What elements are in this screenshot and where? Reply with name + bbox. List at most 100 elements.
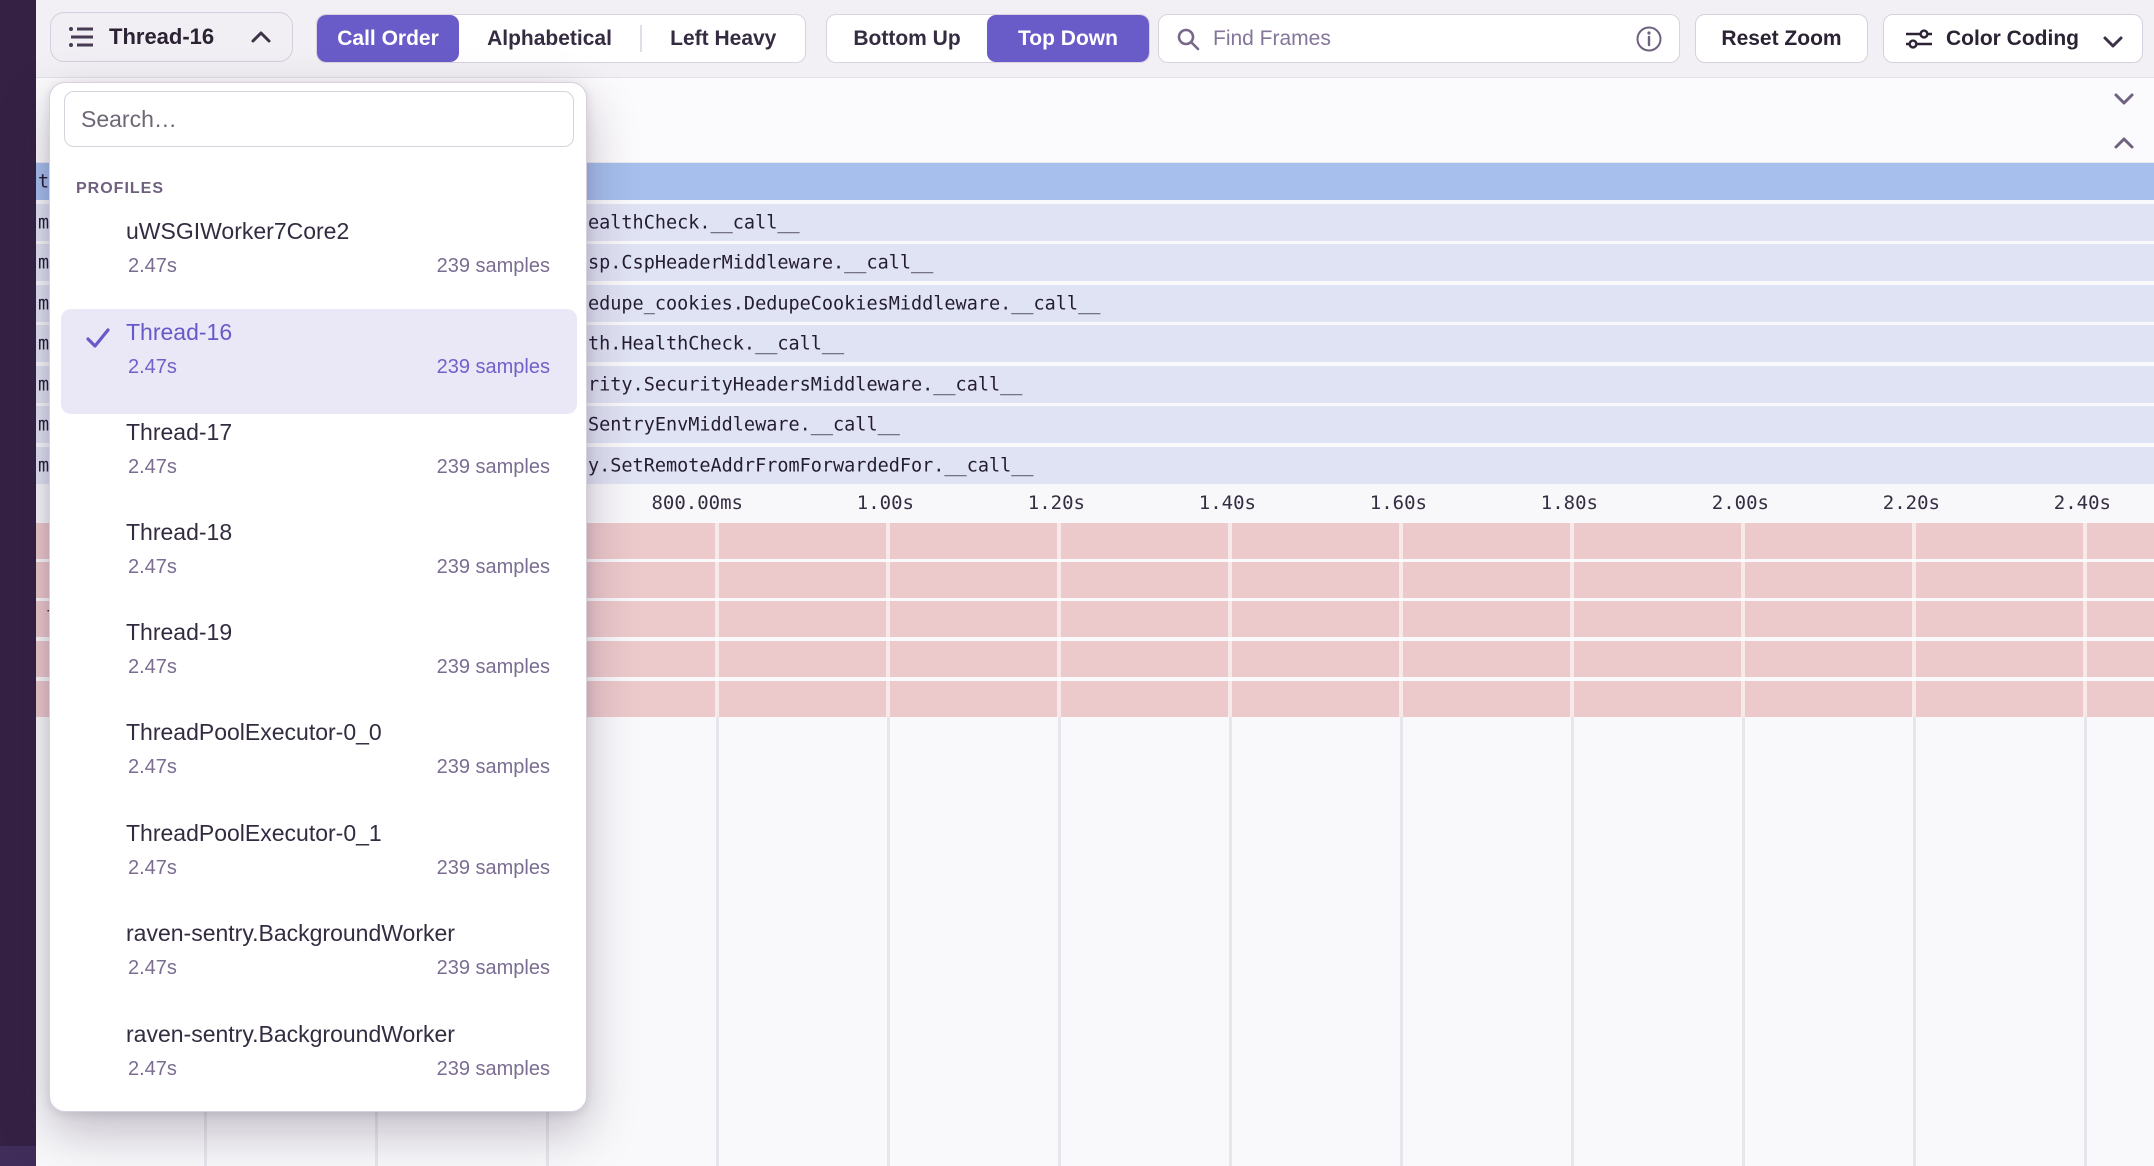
gridline — [1229, 717, 1232, 1166]
gridline — [2083, 523, 2087, 717]
find-frames-input[interactable] — [1211, 26, 1635, 52]
profile-name: Thread-17 — [126, 419, 232, 446]
sort-alphabetical-button[interactable]: Alphabetical — [459, 15, 640, 62]
frame-text-fragment: m — [38, 455, 49, 476]
axis-tick-label: 800.00ms — [583, 492, 743, 514]
axis-tick-label: 1.60s — [1267, 492, 1427, 514]
info-icon[interactable] — [1635, 25, 1663, 53]
chevron-down-icon — [2100, 29, 2126, 53]
profile-samples: 239 samples — [437, 556, 550, 579]
axis-tick-label: 1.00s — [754, 492, 914, 514]
frame-text: ealthCheck.__call__ — [588, 212, 800, 233]
profile-name: uWSGIWorker7Core2 — [126, 218, 349, 245]
left-rail-footer-block — [0, 1146, 36, 1166]
profile-option[interactable]: uWSGIWorker7Core2 2.47s 239 samples — [61, 208, 577, 313]
gridline — [887, 717, 890, 1166]
gridline — [715, 523, 719, 717]
thread-selector-label: Thread-16 — [109, 24, 214, 50]
frame-text: th.HealthCheck.__call__ — [588, 333, 844, 354]
profile-option[interactable]: Thread-17 2.47s 239 samples — [61, 409, 577, 514]
axis-tick-label: 2.00s — [1609, 492, 1769, 514]
profile-name: Thread-16 — [126, 319, 232, 346]
axis-tick-label: 2.20s — [1780, 492, 1940, 514]
gridline — [2084, 717, 2087, 1166]
axis-tick-label: 1.80s — [1438, 492, 1598, 514]
gridline — [716, 717, 719, 1166]
frame-text: y.SetRemoteAddrFromForwardedFor.__call__ — [588, 455, 1034, 476]
gridline — [1913, 717, 1916, 1166]
frame-text-fragment: m — [38, 293, 49, 314]
sort-mode-segmented-control: Call Order Alphabetical Left Heavy — [316, 14, 806, 63]
top-down-button[interactable]: Top Down — [987, 15, 1149, 62]
profile-duration: 2.47s — [128, 356, 177, 379]
left-nav-rail[interactable] — [0, 0, 36, 1166]
sort-left-heavy-button[interactable]: Left Heavy — [642, 15, 806, 62]
profile-option[interactable]: Thread-18 2.47s 239 samples — [61, 509, 577, 614]
gridline — [1741, 523, 1745, 717]
sort-call-order-button[interactable]: Call Order — [317, 15, 459, 62]
profile-samples: 239 samples — [437, 857, 550, 880]
profile-name: Thread-18 — [126, 519, 232, 546]
profile-name: ThreadPoolExecutor-0_0 — [126, 719, 382, 746]
thread-dropdown-panel: PROFILES uWSGIWorker7Core2 2.47s 239 sam… — [49, 82, 587, 1112]
find-frames-search — [1158, 14, 1680, 63]
profiler-flamegraph-app: t m ealthCheck.__call__ m sp.CspHeaderMi… — [0, 0, 2154, 1166]
frame-text: SentryEnvMiddleware.__call__ — [588, 414, 900, 435]
frame-text-fragment: m — [38, 414, 49, 435]
chevron-down-icon[interactable] — [2110, 87, 2138, 111]
gridline — [886, 523, 890, 717]
profile-duration: 2.47s — [128, 656, 177, 679]
profile-option[interactable]: raven-sentry.BackgroundWorker 2.47s 239 … — [61, 1011, 577, 1116]
sliders-icon — [1904, 26, 1934, 52]
gridline — [1571, 717, 1574, 1166]
profile-samples: 239 samples — [437, 957, 550, 980]
profile-option[interactable]: ThreadPoolExecutor-0_1 2.47s 239 samples — [61, 810, 577, 915]
profile-samples: 239 samples — [437, 1058, 550, 1081]
axis-tick-label: 1.20s — [925, 492, 1085, 514]
profile-name: raven-sentry.BackgroundWorker — [126, 1021, 455, 1048]
gridline — [1399, 523, 1403, 717]
thread-selector-button[interactable]: Thread-16 — [50, 12, 293, 62]
profile-duration: 2.47s — [128, 1058, 177, 1081]
profile-name: Thread-19 — [126, 619, 232, 646]
color-coding-button[interactable]: Color Coding — [1883, 14, 2143, 63]
frame-text-fragment: m — [38, 212, 49, 233]
profile-option[interactable]: raven-sentry.BackgroundWorker 2.47s 239 … — [61, 910, 577, 1015]
thread-list-icon — [67, 24, 95, 50]
profile-duration: 2.47s — [128, 857, 177, 880]
chevron-up-icon[interactable] — [2110, 131, 2138, 155]
gridline — [1057, 523, 1061, 717]
profile-samples: 239 samples — [437, 356, 550, 379]
search-icon — [1175, 26, 1201, 52]
gridline — [1570, 523, 1574, 717]
frame-text-fragment: m — [38, 374, 49, 395]
profile-samples: 239 samples — [437, 756, 550, 779]
profile-option[interactable]: Thread-19 2.47s 239 samples — [61, 609, 577, 714]
gridline — [1228, 523, 1232, 717]
reset-zoom-button[interactable]: Reset Zoom — [1695, 14, 1868, 63]
profile-duration: 2.47s — [128, 556, 177, 579]
gridline — [1912, 523, 1916, 717]
gridline — [1742, 717, 1745, 1166]
checkmark-icon — [83, 323, 113, 353]
profile-samples: 239 samples — [437, 456, 550, 479]
dropdown-search-box — [64, 91, 574, 147]
bottom-up-button[interactable]: Bottom Up — [827, 15, 987, 62]
profile-duration: 2.47s — [128, 957, 177, 980]
profile-duration: 2.47s — [128, 756, 177, 779]
profile-name: raven-sentry.BackgroundWorker — [126, 920, 455, 947]
axis-tick-label: 1.40s — [1096, 492, 1256, 514]
frame-text-fragment: m — [38, 333, 49, 354]
frame-text: edupe_cookies.DedupeCookiesMiddleware.__… — [588, 293, 1100, 314]
profile-option[interactable]: ThreadPoolExecutor-0_0 2.47s 239 samples — [61, 709, 577, 814]
frame-text-fragment: t — [38, 171, 49, 192]
dropdown-search-input[interactable] — [79, 105, 559, 134]
axis-tick-label: 2.40s — [1951, 492, 2111, 514]
gridline — [1400, 717, 1403, 1166]
frame-text: rity.SecurityHeadersMiddleware.__call__ — [588, 374, 1022, 395]
chevron-up-icon — [248, 26, 274, 50]
color-coding-label: Color Coding — [1946, 27, 2079, 51]
frame-text: sp.CspHeaderMiddleware.__call__ — [588, 252, 933, 273]
profile-option-selected[interactable]: Thread-16 2.47s 239 samples — [61, 309, 577, 414]
direction-segmented-control: Bottom Up Top Down — [826, 14, 1150, 63]
